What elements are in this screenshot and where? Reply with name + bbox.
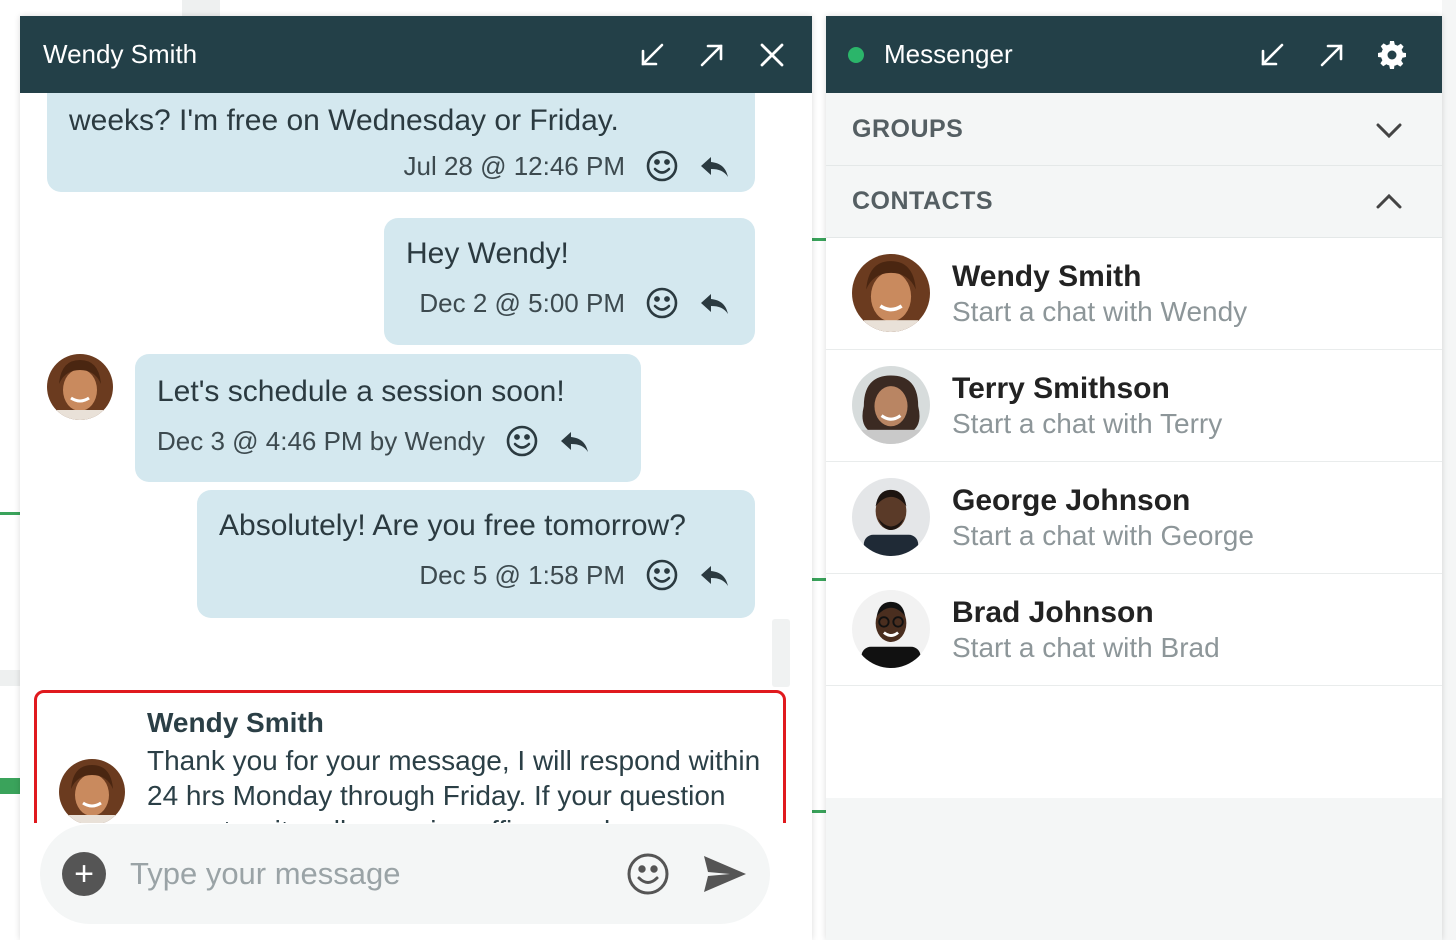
contact-list: Wendy Smith Start a chat with Wendy Terr… — [826, 238, 1442, 798]
message-text: weeks? I'm free on Wednesday or Friday. — [69, 104, 619, 137]
avatar — [852, 478, 930, 556]
contacts-section-header[interactable]: CONTACTS — [826, 166, 1442, 238]
emoji-icon[interactable] — [643, 147, 681, 185]
send-icon[interactable] — [700, 852, 750, 896]
minimize-icon[interactable] — [622, 16, 682, 93]
expand-icon[interactable] — [1302, 16, 1362, 93]
contact-item[interactable]: Brad Johnson Start a chat with Brad — [826, 574, 1442, 686]
groups-label: GROUPS — [852, 115, 964, 143]
messenger-header: Messenger — [826, 16, 1442, 93]
contact-name: Wendy Smith — [952, 260, 1142, 293]
emoji-icon[interactable] — [643, 284, 681, 322]
contact-name: George Johnson — [952, 484, 1191, 517]
background-divider — [812, 810, 826, 813]
avatar — [59, 759, 125, 823]
avatar — [852, 254, 930, 332]
chat-header: Wendy Smith — [20, 16, 812, 93]
message-bubble: weeks? I'm free on Wednesday or Friday. … — [47, 93, 755, 192]
auto-reply-message: Wendy Smith Thank you for your message, … — [34, 690, 786, 823]
messenger-title: Messenger — [884, 39, 1013, 69]
message-thread[interactable]: weeks? I'm free on Wednesday or Friday. … — [20, 93, 812, 823]
plus-icon[interactable]: + — [62, 852, 106, 896]
contact-subtitle: Start a chat with George — [952, 520, 1254, 551]
contact-subtitle: Start a chat with Terry — [952, 408, 1223, 439]
message-text: Absolutely! Are you free tomorrow? — [219, 509, 686, 542]
minimize-icon[interactable] — [1242, 16, 1302, 93]
contact-item[interactable]: Wendy Smith Start a chat with Wendy — [826, 238, 1442, 350]
online-status-indicator — [848, 46, 864, 63]
avatar — [852, 590, 930, 668]
background-panel — [0, 670, 20, 686]
message-meta: Dec 5 @ 1:58 PM — [219, 556, 733, 594]
emoji-icon[interactable] — [643, 556, 681, 594]
contact-name: Terry Smithson — [952, 372, 1170, 405]
auto-reply-sender: Wendy Smith — [147, 707, 324, 738]
emoji-icon[interactable] — [626, 852, 670, 896]
background-divider — [0, 778, 20, 794]
message-timestamp: Jul 28 @ 12:46 PM — [403, 150, 625, 181]
messenger-window: Messenger GROUPS CONTACTS Wendy Smith St… — [826, 16, 1442, 940]
message-input[interactable] — [128, 848, 598, 900]
contact-item[interactable]: George Johnson Start a chat with George — [826, 462, 1442, 574]
chevron-up-icon — [1374, 187, 1404, 217]
message-composer: + — [40, 824, 770, 924]
close-icon[interactable] — [742, 16, 802, 93]
gear-icon[interactable] — [1362, 16, 1422, 93]
message-text: Hey Wendy! — [406, 237, 569, 270]
background-divider — [812, 238, 826, 241]
message-text: Let's schedule a session soon! — [157, 375, 565, 408]
background-divider — [0, 512, 20, 515]
message-meta: Dec 3 @ 4:46 PM by Wendy — [157, 422, 619, 460]
reply-icon[interactable] — [695, 556, 733, 594]
contact-name: Brad Johnson — [952, 596, 1154, 629]
scrollbar[interactable] — [772, 619, 790, 687]
chevron-down-icon — [1374, 115, 1404, 145]
contact-item[interactable]: Terry Smithson Start a chat with Terry — [826, 350, 1442, 462]
message-bubble: Let's schedule a session soon! Dec 3 @ 4… — [135, 354, 641, 482]
chat-title: Wendy Smith — [43, 39, 198, 69]
avatar — [852, 366, 930, 444]
chat-window: Wendy Smith weeks? I'm free on Wednesday… — [20, 16, 812, 940]
message-timestamp: Dec 3 @ 4:46 PM by Wendy — [157, 425, 485, 456]
contact-subtitle: Start a chat with Brad — [952, 632, 1220, 663]
message-meta: Dec 2 @ 5:00 PM — [406, 284, 733, 322]
message-bubble: Hey Wendy! Dec 2 @ 5:00 PM — [384, 218, 755, 345]
emoji-icon[interactable] — [503, 422, 541, 460]
message-timestamp: Dec 5 @ 1:58 PM — [419, 559, 625, 590]
contact-subtitle: Start a chat with Wendy — [952, 296, 1248, 327]
reply-icon[interactable] — [555, 422, 593, 460]
message-timestamp: Dec 2 @ 5:00 PM — [419, 287, 625, 318]
avatar — [47, 354, 113, 420]
expand-icon[interactable] — [682, 16, 742, 93]
groups-section-header[interactable]: GROUPS — [826, 94, 1442, 166]
reply-icon[interactable] — [695, 147, 733, 185]
background-divider — [812, 578, 826, 581]
background-panel — [1442, 0, 1456, 940]
message-meta: Jul 28 @ 12:46 PM — [69, 147, 733, 185]
message-bubble: Absolutely! Are you free tomorrow? Dec 5… — [197, 490, 755, 618]
contacts-label: CONTACTS — [852, 187, 994, 215]
auto-reply-text: Thank you for your message, I will respo… — [147, 745, 761, 823]
reply-icon[interactable] — [695, 284, 733, 322]
background-panel — [182, 0, 220, 16]
